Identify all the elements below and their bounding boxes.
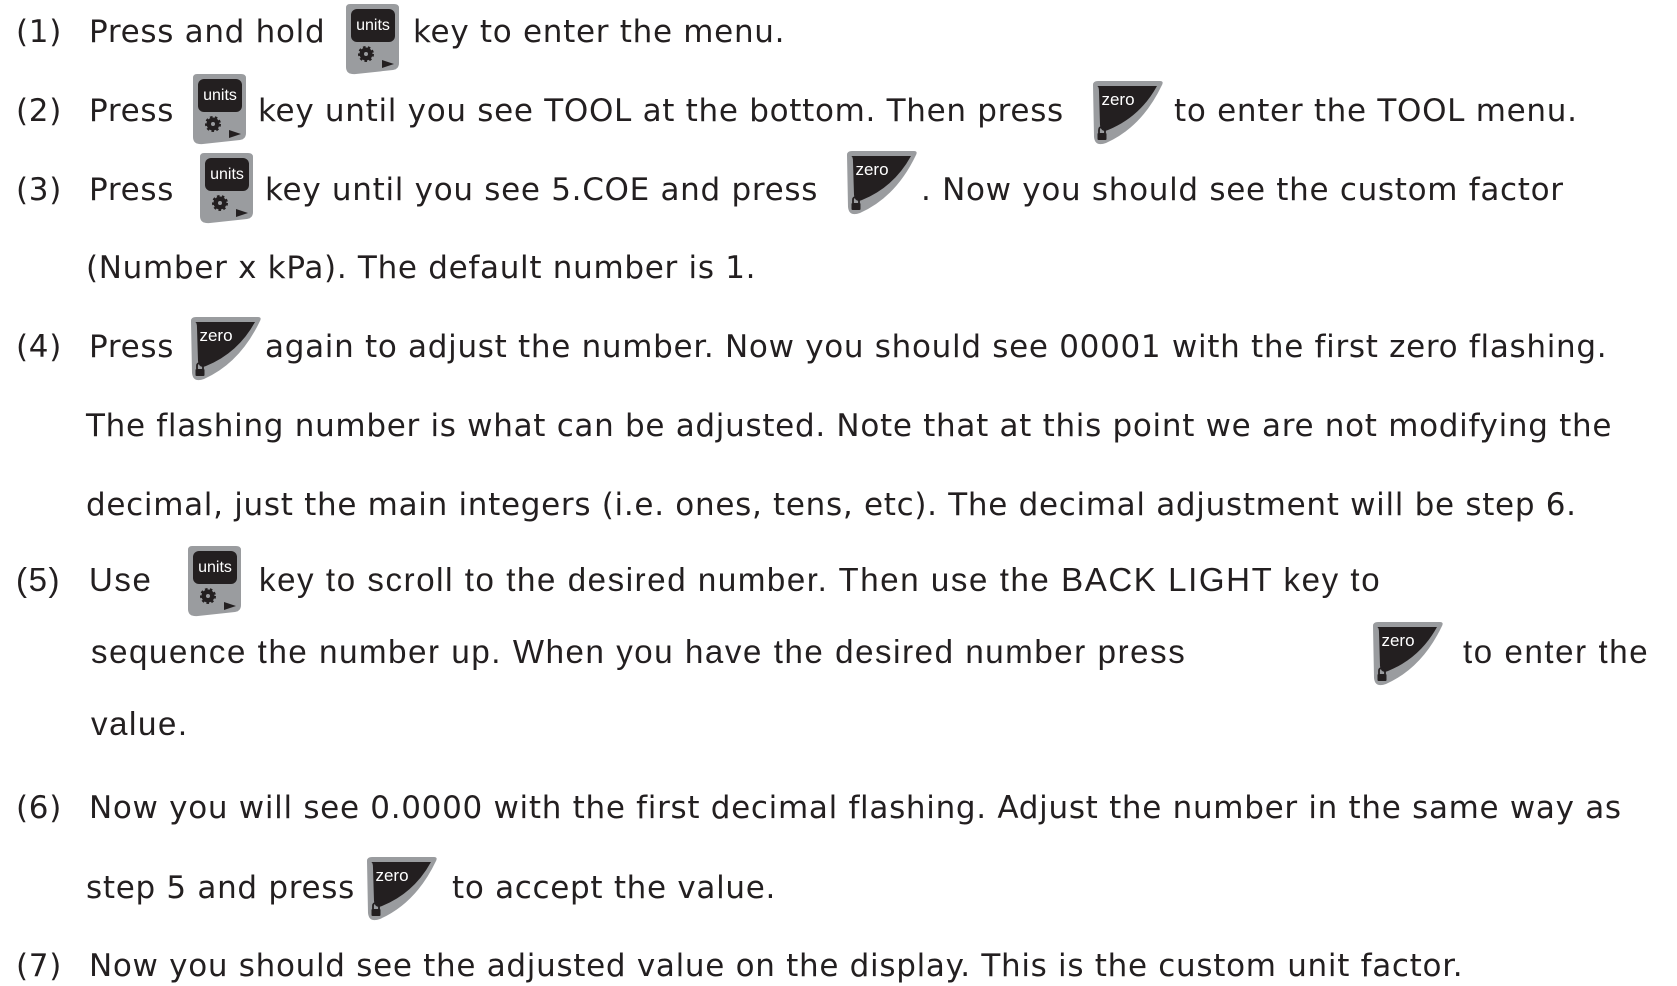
units-key-icon: units <box>184 545 244 617</box>
step-text: to enter the <box>1463 633 1650 670</box>
step-text: Press <box>89 172 175 208</box>
step-text: decimal, just the main integers (i.e. on… <box>86 487 1577 523</box>
step-number: (3) <box>16 172 63 208</box>
gear-icon <box>358 46 374 62</box>
zero-label: zero <box>375 866 408 885</box>
step-text: value. <box>91 705 189 742</box>
step-text: key to enter the menu. <box>413 14 786 50</box>
units-label: units <box>203 87 237 104</box>
step-text: Use <box>89 561 153 598</box>
step-text: key to scroll to the desired number. The… <box>259 561 1382 598</box>
step-text: to enter the TOOL menu. <box>1174 93 1578 129</box>
step-text: . Now you should see the custom factor <box>921 172 1564 208</box>
gear-icon <box>205 116 221 132</box>
step-number: (2) <box>16 93 63 129</box>
units-label: units <box>356 17 390 34</box>
step-text: step 5 and press <box>86 870 355 906</box>
units-key-icon: units <box>342 3 402 75</box>
step-text: to accept the value. <box>452 870 777 906</box>
units-key-icon: units <box>189 73 249 145</box>
zero-key-icon: zero <box>1090 79 1166 147</box>
step-text: again to adjust the number. Now you shou… <box>265 329 1608 365</box>
step-text: Now you will see 0.0000 with the first d… <box>89 790 1622 826</box>
step-text: Now you should see the adjusted value on… <box>89 948 1464 984</box>
step-number: (6) <box>16 790 63 826</box>
zero-key-icon: zero <box>1370 620 1446 688</box>
step-number: (5) <box>16 561 62 598</box>
step-text: The flashing number is what can be adjus… <box>86 408 1613 444</box>
zero-key-icon: zero <box>364 855 440 923</box>
zero-label: zero <box>1101 90 1134 109</box>
units-label: units <box>198 559 232 576</box>
step-number: (1) <box>16 14 63 50</box>
step-text: key until you see TOOL at the bottom. Th… <box>258 93 1064 129</box>
step-text: Press and hold <box>89 14 326 50</box>
step-number: (4) <box>16 329 63 365</box>
gear-icon <box>200 588 216 604</box>
zero-label: zero <box>855 160 888 179</box>
zero-key-icon: zero <box>844 149 920 217</box>
zero-label: zero <box>199 326 232 345</box>
gear-icon <box>212 195 228 211</box>
zero-key-icon: zero <box>188 315 264 383</box>
units-label: units <box>210 166 244 183</box>
step-text: sequence the number up. When you have th… <box>91 633 1187 670</box>
step-text: Press <box>89 329 175 365</box>
step-number: (7) <box>16 948 63 984</box>
step-text: key until you see 5.COE and press <box>265 172 819 208</box>
step-text: Press <box>89 93 175 129</box>
zero-label: zero <box>1381 631 1414 650</box>
step-text: (Number x kPa). The default number is 1. <box>86 250 757 286</box>
units-key-icon: units <box>196 152 256 224</box>
